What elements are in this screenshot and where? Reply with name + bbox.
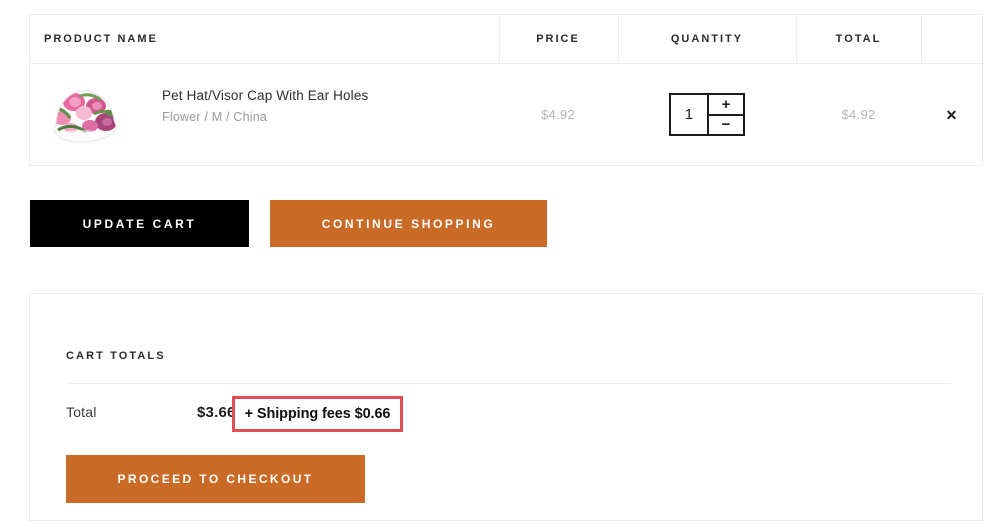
table-row: Pet Hat/Visor Cap With Ear Holes Flower … — [30, 64, 982, 165]
quantity-stepper[interactable]: 1 + − — [669, 93, 745, 136]
product-line-total: $4.92 — [841, 107, 876, 122]
column-divider — [499, 15, 500, 63]
shipping-fees-annotation: + Shipping fees $0.66 — [232, 396, 403, 432]
quantity-decrease-button[interactable]: − — [708, 115, 743, 134]
product-info: Pet Hat/Visor Cap With Ear Holes Flower … — [162, 87, 482, 124]
total-label: Total — [66, 404, 97, 420]
quantity-cell: 1 + − — [618, 64, 796, 165]
remove-item-icon[interactable]: ✕ — [946, 108, 958, 122]
cart-page: PRODUCT NAME PRICE QUANTITY TOTAL Pet Ha… — [0, 0, 1000, 528]
product-thumbnail[interactable] — [44, 80, 123, 149]
total-value: $3.66 — [197, 404, 236, 421]
cart-table-header: PRODUCT NAME PRICE QUANTITY TOTAL — [30, 15, 982, 64]
column-header-price: PRICE — [536, 33, 580, 45]
continue-shopping-button[interactable]: CONTINUE SHOPPING — [270, 200, 547, 247]
product-variant: Flower / M / China — [162, 110, 268, 124]
column-divider — [921, 15, 922, 63]
column-header-quantity: QUANTITY — [670, 33, 744, 45]
remove-cell: ✕ — [921, 64, 982, 165]
divider — [66, 383, 951, 384]
quantity-input[interactable]: 1 — [671, 95, 709, 134]
cart-totals-panel: CART TOTALS Total $3.66 PROCEED TO CHECK… — [29, 293, 983, 521]
shipping-fees-annotation-text: + Shipping fees $0.66 — [244, 406, 391, 422]
floral-visor-cap-image — [53, 90, 117, 143]
product-name-link[interactable]: Pet Hat/Visor Cap With Ear Holes — [162, 87, 482, 105]
update-cart-button[interactable]: UPDATE CART — [30, 200, 249, 247]
column-divider — [796, 15, 797, 63]
quantity-buttons: + − — [708, 95, 743, 134]
column-header-product-name: PRODUCT NAME — [44, 33, 158, 45]
cart-table: PRODUCT NAME PRICE QUANTITY TOTAL Pet Ha… — [29, 14, 983, 166]
column-divider — [618, 15, 619, 63]
column-header-total: TOTAL — [835, 33, 882, 45]
product-price: $4.92 — [540, 107, 576, 122]
proceed-to-checkout-button[interactable]: PROCEED TO CHECKOUT — [66, 455, 365, 503]
cart-totals-heading: CART TOTALS — [66, 350, 166, 362]
quantity-increase-button[interactable]: + — [708, 95, 743, 116]
